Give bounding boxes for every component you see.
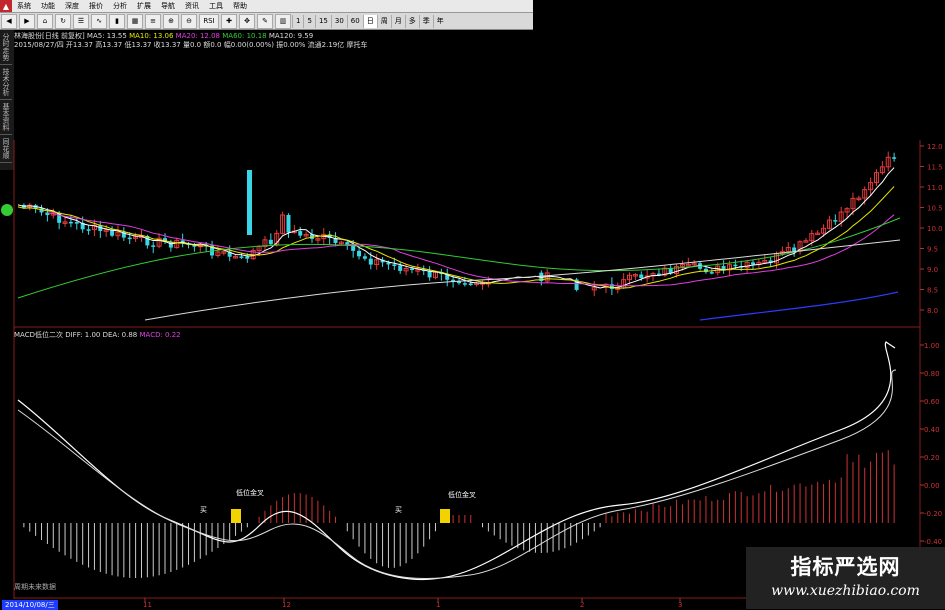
candle-body-down [792, 247, 797, 252]
buy-label-1: 买 [200, 506, 207, 514]
chart-canvas: 低位金叉 低位金叉买 买 12.0 11.5 11.0 10.5 10.0 9.5 9.0 8.5… [1, 140, 943, 609]
golden-cross-label-2: 低位金叉 [448, 490, 476, 499]
macd-tick-label: 0.00 [924, 482, 940, 490]
candle-body-down [151, 245, 156, 247]
candles [21, 151, 897, 297]
candle-body-down [398, 265, 403, 271]
candle-body-down [86, 229, 91, 231]
diff-line [17, 341, 896, 580]
candle-body-down [74, 222, 79, 224]
ma20-line [47, 212, 895, 287]
candle-body-down [268, 239, 273, 245]
price-tick-label: 11.5 [927, 164, 943, 172]
candle-body-down [409, 268, 414, 271]
candle-body-down [357, 250, 362, 257]
date-bar: 2014/10/08/三 [0, 599, 746, 610]
diff-value: DIFF: 1.00 [65, 331, 101, 339]
candle-body-down [362, 256, 367, 259]
footnote: 周期未来数据 [14, 583, 56, 591]
golden-cross-marker-1 [231, 509, 241, 523]
price-tick-label: 9.5 [927, 246, 938, 254]
dea-value: DEA: 0.88 [102, 331, 138, 339]
candle-body-down [733, 264, 738, 267]
candle-body-down [345, 242, 350, 245]
macd-tick-label: 0.40 [924, 426, 940, 434]
golden-cross-marker-2 [440, 509, 450, 523]
macd-value: MACD: 0.22 [139, 331, 181, 339]
candle-body-down [468, 283, 473, 285]
price-tick-label: 8.0 [927, 307, 938, 315]
candle-body-down [703, 268, 708, 273]
watermark: 指标严选网 www.xuezhibiao.com [746, 547, 945, 609]
candle-body-down [68, 221, 73, 224]
candle-body-down [286, 215, 291, 233]
candle-body-down [833, 220, 838, 222]
candle-body-down [709, 272, 714, 274]
macd-title: MACD低位二次 [14, 331, 63, 339]
ma60-line [17, 217, 901, 299]
candle-body-down [239, 256, 244, 258]
candle-body-down [245, 256, 250, 259]
macd-tick-label: 0.80 [924, 370, 940, 378]
candle-body-down [392, 264, 397, 266]
price-tick-label: 9.0 [927, 266, 938, 274]
watermark-title: 指标严选网 [790, 555, 901, 579]
candle-body-down [892, 157, 897, 159]
ma10-line [17, 186, 895, 289]
macd-info-line: MACD低位二次 DIFF: 1.00 DEA: 0.88 MACD: 0.22 [14, 330, 181, 340]
cursor-marker-icon [1, 204, 13, 216]
candle-body-down [462, 283, 467, 285]
candle-body-down [368, 258, 373, 265]
macd-tick-label: 0.60 [924, 398, 940, 406]
macd-tick-label: 0.20 [924, 454, 940, 462]
candle-body-down [639, 274, 644, 279]
buy-label-2: 买 [395, 506, 402, 514]
golden-cross-label-1: 低位金叉 [236, 488, 264, 497]
macd-tick-label: -0.40 [924, 538, 942, 546]
candle-body-down [298, 231, 303, 236]
spike-candle [247, 170, 252, 235]
price-tick-label: 12.0 [927, 143, 943, 151]
macd-tick-label: -0.20 [924, 510, 942, 518]
ma250-line [699, 291, 899, 321]
candle-body-down [751, 262, 755, 265]
price-tick-label: 10.0 [927, 225, 943, 233]
price-tick-label: 11.0 [927, 184, 943, 192]
price-tick-label: 10.5 [927, 205, 943, 213]
candle-body-down [127, 237, 132, 240]
price-tick-label: 8.5 [927, 287, 938, 295]
watermark-url: www.xuezhibiao.com [771, 583, 920, 599]
macd-tick-label: 1.00 [924, 342, 940, 350]
